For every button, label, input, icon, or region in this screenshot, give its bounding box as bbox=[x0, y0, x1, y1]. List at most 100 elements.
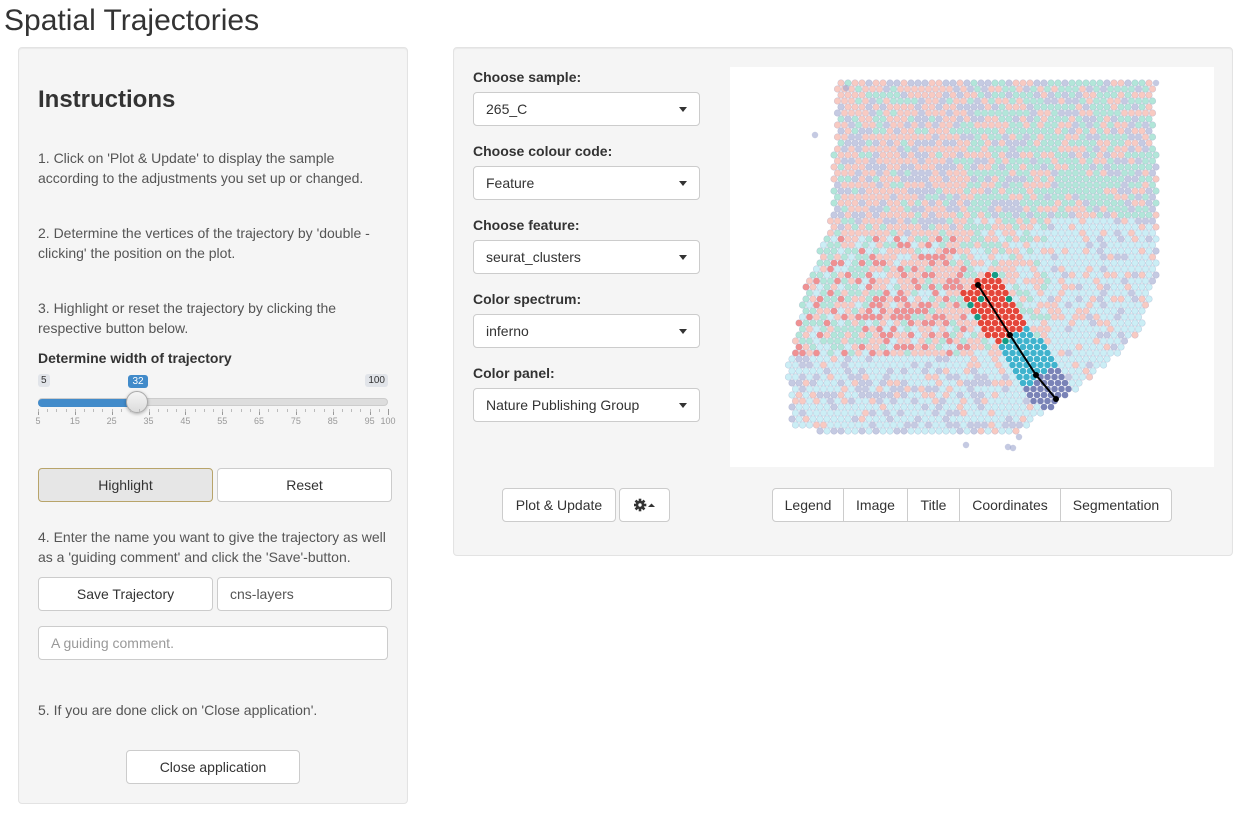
spot bbox=[840, 121, 849, 129]
spot bbox=[1110, 79, 1118, 87]
spot bbox=[1131, 103, 1139, 111]
spot bbox=[805, 313, 814, 321]
spot bbox=[833, 121, 842, 129]
spot bbox=[1033, 199, 1041, 207]
spot bbox=[837, 259, 845, 267]
spot bbox=[837, 235, 845, 243]
highlighted-spot bbox=[1051, 373, 1058, 381]
spot bbox=[865, 403, 873, 411]
spot bbox=[1068, 331, 1076, 339]
colour-code-select[interactable]: Feature bbox=[473, 166, 700, 200]
spot bbox=[966, 169, 975, 177]
spot bbox=[935, 271, 943, 279]
color-spectrum-select[interactable]: inferno bbox=[473, 314, 700, 348]
spot bbox=[809, 295, 817, 303]
spot bbox=[1138, 115, 1146, 123]
spot bbox=[1141, 193, 1150, 201]
spot bbox=[865, 223, 873, 231]
spot bbox=[910, 181, 919, 189]
spot bbox=[949, 151, 957, 159]
spot bbox=[1036, 217, 1045, 225]
image-toggle[interactable]: Image bbox=[843, 488, 908, 522]
highlighted-spot bbox=[1040, 367, 1048, 375]
legend-toggle[interactable]: Legend bbox=[772, 488, 844, 522]
spot bbox=[973, 229, 982, 237]
spot bbox=[1096, 295, 1104, 303]
spot bbox=[840, 145, 849, 153]
spot bbox=[830, 319, 838, 327]
spot bbox=[889, 229, 898, 237]
spot bbox=[784, 373, 793, 381]
spot bbox=[921, 427, 929, 435]
spot bbox=[879, 187, 887, 195]
trajectory-name-input[interactable]: cns-layers bbox=[217, 577, 392, 611]
spot bbox=[816, 259, 824, 267]
spot bbox=[1012, 91, 1020, 99]
spot bbox=[1050, 217, 1059, 225]
spot bbox=[882, 373, 891, 381]
plot-update-button[interactable]: Plot & Update bbox=[502, 488, 616, 522]
segmentation-toggle[interactable]: Segmentation bbox=[1060, 488, 1172, 522]
reset-button[interactable]: Reset bbox=[217, 468, 392, 502]
spot bbox=[823, 271, 831, 279]
chevron-down-icon bbox=[679, 107, 687, 112]
spot bbox=[917, 109, 926, 117]
sample-select[interactable]: 265_C bbox=[473, 92, 700, 126]
spot bbox=[840, 421, 849, 429]
spot bbox=[872, 247, 880, 255]
spot bbox=[1120, 97, 1129, 105]
spot bbox=[952, 409, 961, 417]
color-panel-select[interactable]: Nature Publishing Group bbox=[473, 388, 700, 422]
spot bbox=[903, 217, 912, 225]
coordinates-toggle[interactable]: Coordinates bbox=[959, 488, 1061, 522]
spot bbox=[879, 391, 887, 399]
spot bbox=[952, 385, 961, 393]
spot bbox=[900, 307, 908, 315]
close-application-button[interactable]: Close application bbox=[126, 750, 300, 784]
spot bbox=[938, 337, 947, 345]
trajectory-width-slider[interactable]: 5 100 32 5 15 25 35 45 55 65 75 85 95 100 bbox=[35, 374, 396, 430]
spot bbox=[1141, 109, 1150, 117]
guiding-comment-input[interactable]: A guiding comment. bbox=[38, 626, 388, 660]
spot bbox=[854, 133, 863, 141]
spot bbox=[812, 277, 821, 285]
spot bbox=[921, 283, 929, 291]
spot bbox=[893, 175, 901, 183]
spatial-plot-canvas[interactable] bbox=[730, 67, 1214, 467]
spot bbox=[1047, 139, 1055, 147]
spot bbox=[963, 187, 971, 195]
spot bbox=[1057, 181, 1066, 189]
save-trajectory-button[interactable]: Save Trajectory bbox=[38, 577, 213, 611]
spot bbox=[966, 337, 975, 345]
plot-settings-dropdown[interactable] bbox=[619, 488, 670, 522]
spot bbox=[1057, 349, 1066, 357]
spot bbox=[956, 187, 964, 195]
spot bbox=[1134, 121, 1143, 129]
slider-minor-tick bbox=[323, 409, 325, 412]
spot bbox=[1071, 229, 1080, 237]
spot bbox=[928, 367, 936, 375]
spot bbox=[858, 79, 866, 87]
title-toggle[interactable]: Title bbox=[907, 488, 960, 522]
spot bbox=[812, 325, 821, 333]
spot bbox=[879, 379, 887, 387]
spot bbox=[1120, 145, 1129, 153]
feature-select[interactable]: seurat_clusters bbox=[473, 240, 700, 274]
spot bbox=[942, 415, 950, 423]
spot bbox=[907, 127, 915, 135]
spatial-plot[interactable] bbox=[730, 67, 1214, 467]
spot bbox=[882, 133, 891, 141]
spot bbox=[1001, 421, 1010, 429]
spot bbox=[1082, 163, 1090, 171]
spot bbox=[959, 337, 968, 345]
spot bbox=[882, 145, 891, 153]
spot bbox=[812, 265, 821, 273]
spot bbox=[987, 337, 996, 345]
spot bbox=[1085, 217, 1094, 225]
spot bbox=[1040, 127, 1048, 135]
spot bbox=[903, 121, 912, 129]
highlight-button[interactable]: Highlight bbox=[38, 468, 213, 502]
spot bbox=[910, 397, 919, 405]
spot bbox=[872, 163, 880, 171]
spot bbox=[847, 217, 856, 225]
